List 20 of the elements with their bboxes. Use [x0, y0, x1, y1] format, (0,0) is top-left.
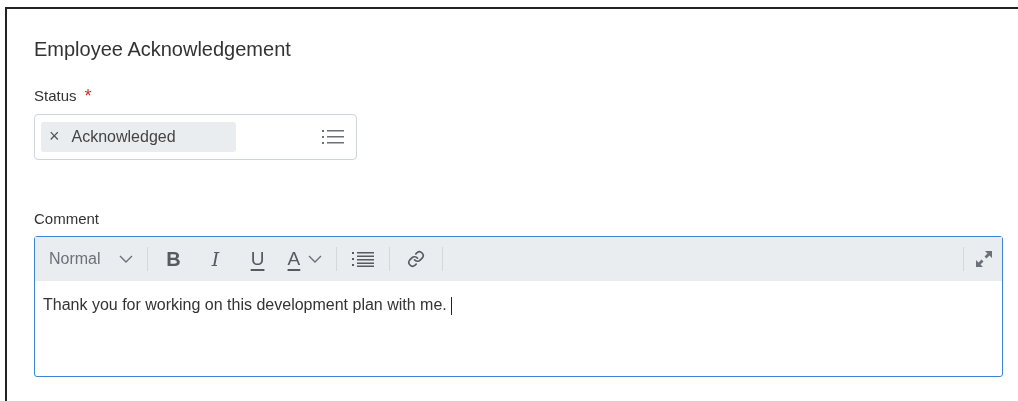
- section-title: Employee Acknowledgement: [34, 37, 292, 61]
- caret-icon: [308, 255, 323, 263]
- format-dropdown[interactable]: Normal: [43, 243, 137, 275]
- field-label: Comment: [34, 208, 101, 229]
- underline-button[interactable]: U: [241, 243, 274, 275]
- tag-label: Acknowledged: [71, 126, 176, 147]
- comment-text: Thank you for working on this development plan with me.: [35, 281, 1002, 317]
- expand-icon[interactable]: [974, 249, 994, 269]
- chevron-down-icon: [118, 255, 133, 263]
- comment-editor[interactable]: Normal B I U A Thank you for working on this development plan with me.: [34, 236, 1003, 377]
- bold-button[interactable]: B: [157, 243, 190, 275]
- status-field[interactable]: × Acknowledged: [34, 113, 357, 160]
- list-icon: [352, 251, 375, 267]
- italic-button[interactable]: I: [199, 243, 232, 275]
- required-mark: *: [84, 88, 92, 105]
- remove-button[interactable]: ×: [49, 123, 60, 150]
- list-icon[interactable]: [322, 128, 344, 145]
- field-label: Status: [34, 86, 77, 106]
- text-color-button[interactable]: A: [283, 243, 327, 275]
- link-icon: [407, 250, 426, 268]
